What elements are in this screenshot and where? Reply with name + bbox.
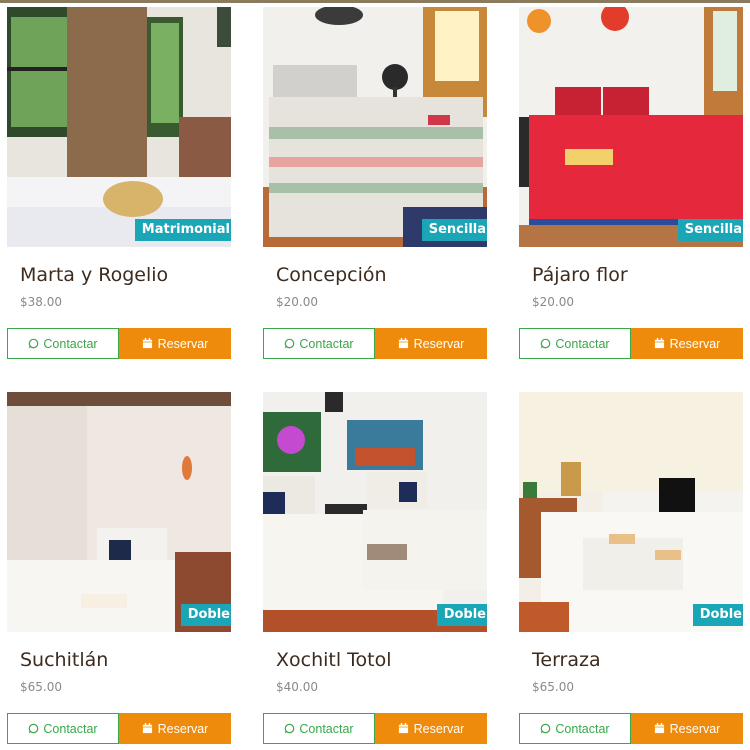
room-photo-image [7,7,231,247]
room-price: $65.00 [532,680,574,694]
room-photo-image [263,392,487,632]
room-photo[interactable]: Sencilla [519,7,743,247]
reserve-label: Reservar [669,721,721,736]
whatsapp-icon [284,723,295,734]
room-actions: Contactar Reservar [7,713,231,744]
reserve-label: Reservar [413,336,465,351]
room-photo-image [263,7,487,247]
reserve-label: Reservar [413,721,465,736]
top-divider [0,0,750,3]
room-card: Doble Xochitl Totol $40.00 Contactar Res… [263,392,487,744]
room-photo[interactable]: Sencilla [263,7,487,247]
contact-label: Contactar [299,721,354,736]
whatsapp-icon [540,338,551,349]
room-card: Sencilla Concepción $20.00 Contactar Res… [263,7,487,359]
room-name[interactable]: Terraza [532,648,743,672]
contact-label: Contactar [43,336,98,351]
whatsapp-icon [28,338,39,349]
contact-label: Contactar [555,721,610,736]
room-photo-image [519,392,743,632]
calendar-icon [142,723,153,734]
room-name[interactable]: Xochitl Totol [276,648,487,672]
reserve-button[interactable]: Reservar [119,328,231,359]
calendar-icon [142,338,153,349]
room-type-badge: Sencilla [677,219,743,241]
room-price: $38.00 [20,295,62,309]
room-name[interactable]: Concepción [276,263,487,287]
room-photo[interactable]: Matrimonial [7,7,231,247]
room-type-badge: Sencilla [421,219,487,241]
reserve-label: Reservar [157,336,209,351]
room-price: $40.00 [276,680,318,694]
room-card: Matrimonial Marta y Rogelio $38.00 Conta… [7,7,231,359]
whatsapp-icon [540,723,551,734]
whatsapp-icon [28,723,39,734]
room-actions: Contactar Reservar [263,328,487,359]
room-card: Sencilla Pájaro flor $20.00 Contactar Re… [519,7,743,359]
room-card: Doble Terraza $65.00 Contactar Reservar [519,392,743,744]
room-name[interactable]: Pájaro flor [532,263,743,287]
calendar-icon [654,338,665,349]
contact-button[interactable]: Contactar [7,713,119,744]
contact-button[interactable]: Contactar [519,713,631,744]
room-type-badge: Doble [436,604,487,626]
room-photo-image [519,7,743,247]
whatsapp-icon [284,338,295,349]
reserve-label: Reservar [157,721,209,736]
contact-label: Contactar [299,336,354,351]
contact-button[interactable]: Contactar [7,328,119,359]
room-grid: Matrimonial Marta y Rogelio $38.00 Conta… [7,7,743,744]
calendar-icon [398,338,409,349]
room-actions: Contactar Reservar [7,328,231,359]
room-name[interactable]: Suchitlán [20,648,231,672]
room-price: $65.00 [20,680,62,694]
contact-label: Contactar [555,336,610,351]
room-price: $20.00 [532,295,574,309]
room-actions: Contactar Reservar [519,713,743,744]
room-actions: Contactar Reservar [263,713,487,744]
reserve-button[interactable]: Reservar [631,328,743,359]
reserve-button[interactable]: Reservar [119,713,231,744]
reserve-label: Reservar [669,336,721,351]
contact-button[interactable]: Contactar [263,328,375,359]
room-price: $20.00 [276,295,318,309]
reserve-button[interactable]: Reservar [375,713,487,744]
room-card: Doble Suchitlán $65.00 Contactar Reserva… [7,392,231,744]
contact-button[interactable]: Contactar [519,328,631,359]
room-photo[interactable]: Doble [7,392,231,632]
contact-button[interactable]: Contactar [263,713,375,744]
calendar-icon [654,723,665,734]
reserve-button[interactable]: Reservar [375,328,487,359]
room-photo[interactable]: Doble [519,392,743,632]
reserve-button[interactable]: Reservar [631,713,743,744]
room-photo-image [7,392,231,632]
room-type-badge: Matrimonial [134,219,231,241]
room-photo[interactable]: Doble [263,392,487,632]
calendar-icon [398,723,409,734]
room-type-badge: Doble [692,604,743,626]
contact-label: Contactar [43,721,98,736]
room-name[interactable]: Marta y Rogelio [20,263,231,287]
room-type-badge: Doble [180,604,231,626]
room-actions: Contactar Reservar [519,328,743,359]
